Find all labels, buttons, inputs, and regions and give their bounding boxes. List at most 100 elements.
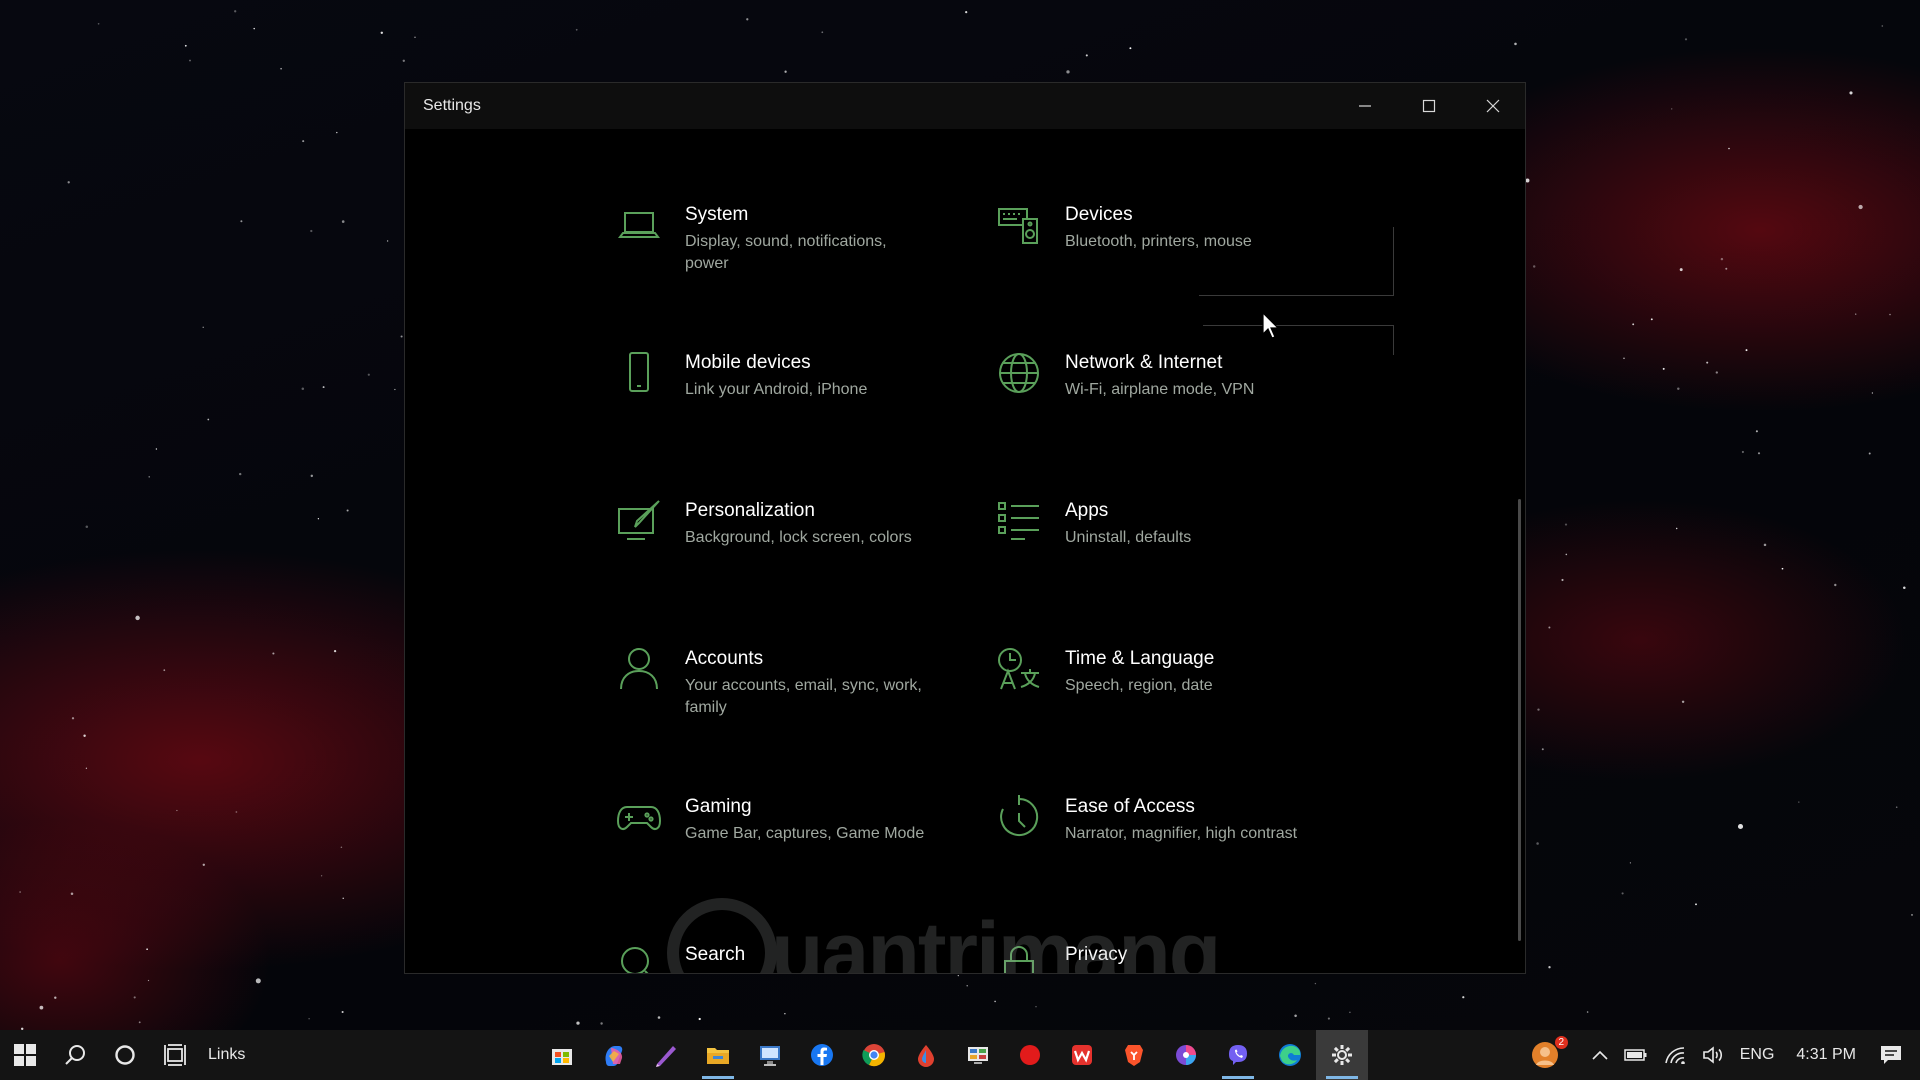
star — [138, 1021, 141, 1024]
wps-office-app[interactable] — [1056, 1030, 1108, 1080]
window-title: Settings — [423, 97, 481, 114]
tile-devices[interactable]: Devices Bluetooth, printers, mouse — [995, 201, 1355, 321]
tile-description: Speech, region, date — [1065, 677, 1213, 694]
remote-desktop-icon — [760, 1046, 780, 1066]
tile-title: Search — [685, 944, 746, 965]
links-toolbar[interactable]: Links — [208, 1046, 245, 1064]
window-controls — [1333, 83, 1525, 129]
brave-lion-icon — [1125, 1045, 1143, 1066]
action-center-button[interactable] — [1870, 1030, 1920, 1080]
phone-icon — [615, 349, 663, 397]
tile-title: Accounts — [685, 648, 764, 669]
copilot-app[interactable] — [588, 1030, 640, 1080]
windows-logo-icon — [14, 1044, 36, 1066]
cortana-button[interactable] — [100, 1030, 150, 1080]
star — [1532, 265, 1536, 268]
drop-app[interactable] — [900, 1030, 952, 1080]
brave-browser-app[interactable] — [1108, 1030, 1160, 1080]
control-panel-app[interactable] — [952, 1030, 1004, 1080]
input-language-button[interactable]: ENG — [1732, 1030, 1783, 1080]
task-view-button[interactable] — [150, 1030, 200, 1080]
star — [994, 1000, 996, 1003]
scrollbar[interactable] — [1518, 499, 1521, 941]
edge-icon — [1279, 1044, 1301, 1066]
star — [1536, 842, 1539, 845]
star — [966, 985, 968, 987]
star — [1675, 527, 1678, 530]
store-app[interactable] — [536, 1030, 588, 1080]
star — [97, 22, 100, 25]
tile-search[interactable]: Search — [615, 941, 975, 973]
star — [1871, 392, 1874, 394]
star — [346, 509, 349, 512]
star — [1720, 257, 1724, 261]
star — [1327, 1017, 1330, 1020]
battery-button[interactable] — [1616, 1030, 1656, 1080]
star — [784, 70, 787, 73]
tile-personalization[interactable]: Personalization Background, lock screen,… — [615, 497, 975, 617]
maximize-button[interactable] — [1397, 83, 1461, 129]
star — [1623, 357, 1625, 360]
copilot-icon — [605, 1046, 623, 1066]
tile-system[interactable]: System Display, sound, notifications, po… — [615, 201, 975, 321]
close-button[interactable] — [1461, 83, 1525, 129]
star — [39, 1005, 44, 1010]
viber-app[interactable] — [1212, 1030, 1264, 1080]
tile-accounts[interactable]: Accounts Your accounts, email, sync, wor… — [615, 645, 975, 765]
star — [657, 1016, 661, 1019]
file-explorer-app[interactable] — [692, 1030, 744, 1080]
wifi-button[interactable] — [1656, 1030, 1694, 1080]
facebook-app[interactable] — [796, 1030, 848, 1080]
star — [1314, 982, 1317, 985]
star — [1670, 108, 1673, 110]
star — [341, 220, 345, 223]
tile-apps[interactable]: Apps Uninstall, defaults — [995, 497, 1355, 617]
maximize-icon — [1422, 99, 1436, 113]
show-hidden-icons-button[interactable] — [1584, 1030, 1616, 1080]
taskbar-search-button[interactable] — [50, 1030, 100, 1080]
tile-network-internet[interactable]: Network & Internet Wi-Fi, airplane mode,… — [995, 349, 1355, 469]
notification-avatar-button[interactable]: 2 — [1516, 1030, 1574, 1080]
notification-center-icon — [1881, 1046, 1901, 1064]
wifi-icon — [1664, 1047, 1685, 1064]
tile-description: Background, lock screen, colors — [685, 529, 912, 546]
star — [1834, 583, 1837, 587]
star — [1537, 708, 1540, 711]
photos-app[interactable] — [1160, 1030, 1212, 1080]
record-app[interactable] — [1004, 1030, 1056, 1080]
clock-button[interactable]: 4:31 PM — [1782, 1030, 1870, 1080]
gamepad-icon — [615, 793, 663, 841]
star — [135, 615, 140, 621]
search-icon — [615, 941, 663, 973]
start-button[interactable] — [0, 1030, 50, 1080]
chevron-up-icon — [1592, 1050, 1608, 1060]
tile-gaming[interactable]: Gaming Game Bar, captures, Game Mode — [615, 793, 975, 913]
edge-app[interactable] — [1264, 1030, 1316, 1080]
tile-title: Time & Language — [1065, 648, 1215, 669]
star — [67, 181, 70, 184]
chrome-app[interactable] — [848, 1030, 900, 1080]
tile-description: Game Bar, captures, Game Mode — [685, 825, 925, 842]
tile-mobile-devices[interactable]: Mobile devices Link your Android, iPhone — [615, 349, 975, 469]
star — [70, 892, 74, 896]
star — [253, 27, 255, 30]
pen-app[interactable] — [640, 1030, 692, 1080]
minimize-button[interactable] — [1333, 83, 1397, 129]
tile-description: Link your Android, iPhone — [685, 381, 868, 398]
water-drop-icon — [918, 1045, 934, 1067]
star — [1684, 38, 1688, 41]
tile-privacy[interactable]: Privacy — [995, 941, 1355, 973]
tile-ease-of-access[interactable]: Ease of Access Narrator, magnifier, high… — [995, 793, 1355, 913]
star — [176, 809, 178, 812]
volume-button[interactable] — [1694, 1030, 1732, 1080]
star — [1462, 996, 1465, 999]
star — [1695, 903, 1697, 906]
tile-time-language[interactable]: Time & Language Speech, region, date — [995, 645, 1355, 765]
star — [1798, 801, 1800, 803]
tile-title: Personalization — [685, 500, 815, 521]
star — [1662, 367, 1665, 370]
title-bar[interactable]: Settings — [405, 83, 1525, 129]
remote-desktop-app[interactable] — [744, 1030, 796, 1080]
settings-app[interactable] — [1316, 1030, 1368, 1080]
keyboard-speaker-icon — [995, 201, 1043, 249]
